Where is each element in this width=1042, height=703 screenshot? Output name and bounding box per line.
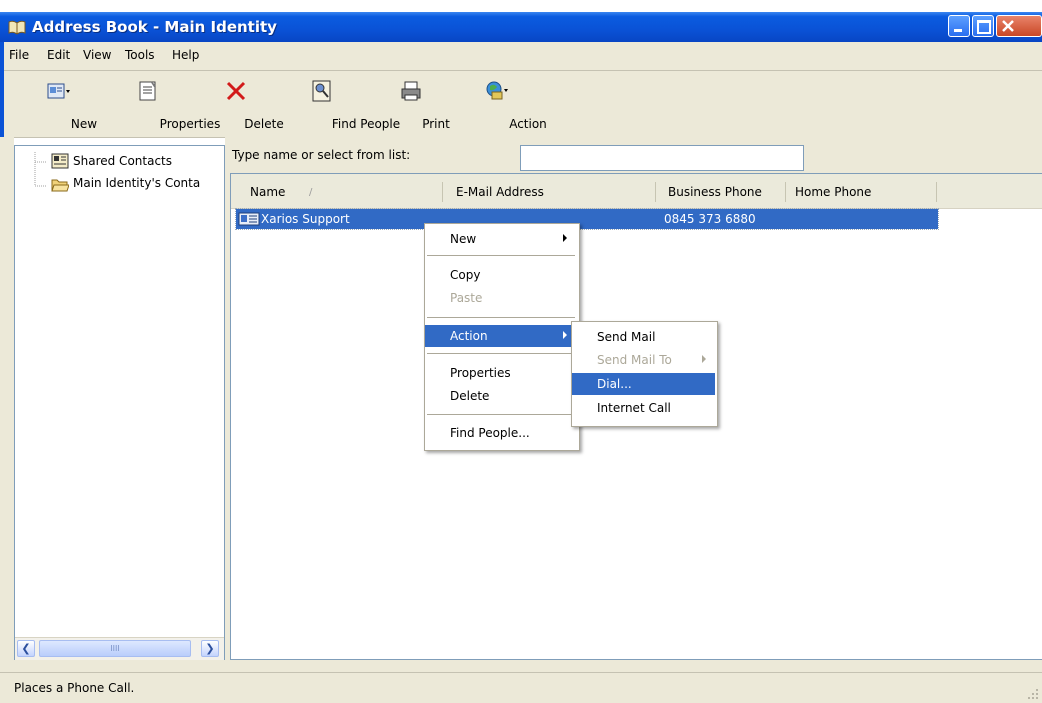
context-item-properties[interactable]: Properties <box>425 362 577 384</box>
menu-separator <box>427 317 575 318</box>
action-button[interactable]: Action <box>468 77 547 133</box>
context-item-label: Find People... <box>450 426 530 440</box>
tree-item-label: Main Identity's Conta <box>73 176 201 190</box>
minimize-button[interactable] <box>948 15 970 37</box>
context-item-label: New <box>450 232 477 246</box>
find-people-button[interactable]: Find People <box>280 77 400 133</box>
contact-name: Xarios Support <box>261 212 350 226</box>
context-item-paste[interactable]: Paste <box>425 287 577 309</box>
horizontal-scrollbar[interactable]: ❮ IIII ❯ <box>15 637 224 660</box>
context-item-find-people[interactable]: Find People... <box>425 422 577 444</box>
find-people-icon <box>312 80 331 102</box>
context-item-action[interactable]: Action <box>425 325 577 347</box>
action-submenu: Send Mail Send Mail To Dial... Internet … <box>571 321 718 427</box>
frame-left <box>0 137 14 660</box>
address-book-icon <box>8 20 26 35</box>
context-item-label: Paste <box>450 291 483 305</box>
submenu-item-label: Dial... <box>597 377 632 391</box>
tree-item-label: Shared Contacts <box>73 154 172 168</box>
search-input[interactable] <box>520 145 804 171</box>
context-menu: New Copy Paste Action Properties Delete … <box>424 223 580 451</box>
submenu-item-internet-call[interactable]: Internet Call <box>572 397 715 419</box>
submenu-item-label: Send Mail To <box>597 353 672 367</box>
submenu-item-send-mail[interactable]: Send Mail <box>572 326 715 348</box>
properties-icon <box>139 81 156 101</box>
tree-item-shared-contacts[interactable]: Shared Contacts <box>51 152 221 172</box>
context-item-label: Properties <box>450 366 511 380</box>
new-button[interactable]: New <box>36 77 97 133</box>
scroll-right-button[interactable]: ❯ <box>201 640 219 657</box>
menu-edit[interactable]: Edit <box>47 48 70 62</box>
print-icon <box>401 81 421 101</box>
context-item-label: Copy <box>450 268 481 282</box>
shared-contacts-icon <box>51 153 69 169</box>
submenu-item-dial[interactable]: Dial... <box>572 373 715 395</box>
menu-help[interactable]: Help <box>172 48 199 62</box>
scrollbar-thumb[interactable]: IIII <box>39 640 191 657</box>
column-divider[interactable] <box>442 182 443 202</box>
contact-business-phone: 0845 373 6880 <box>664 212 756 226</box>
menu-file[interactable]: File <box>9 48 29 62</box>
print-button[interactable]: Print <box>386 77 450 133</box>
menu-view[interactable]: View <box>83 48 111 62</box>
column-name[interactable]: Name <box>250 185 285 199</box>
table-row[interactable]: Xarios Support 0845 373 6880 <box>235 208 939 230</box>
action-label: Action <box>509 117 547 131</box>
search-label: Type name or select from list: <box>232 148 411 162</box>
frame-bottom <box>0 660 1042 672</box>
contact-card-icon <box>238 212 260 226</box>
column-home-phone[interactable]: Home Phone <box>795 185 871 199</box>
submenu-arrow-icon <box>563 331 567 339</box>
context-item-delete[interactable]: Delete <box>425 385 577 407</box>
scrollbar-grip: IIII <box>110 644 120 653</box>
status-bar: Places a Phone Call. <box>0 672 1042 703</box>
context-item-new[interactable]: New <box>425 228 577 250</box>
context-item-copy[interactable]: Copy <box>425 264 577 286</box>
close-button[interactable] <box>996 15 1042 37</box>
action-icon <box>486 81 508 100</box>
column-divider[interactable] <box>785 182 786 202</box>
folder-tree: Shared Contacts Main Identity's Conta <box>14 145 225 660</box>
tree-item-main-identity-contacts[interactable]: Main Identity's Conta <box>51 175 225 195</box>
list-header: Name / E-Mail Address Business Phone Hom… <box>231 174 1042 209</box>
delete-icon <box>226 81 246 101</box>
new-contact-icon <box>47 83 70 99</box>
sort-ascending-icon: / <box>309 187 313 198</box>
submenu-arrow-icon <box>702 355 706 363</box>
menu-bar: File Edit View Tools Help <box>0 42 1042 71</box>
new-label: New <box>70 117 98 131</box>
print-label: Print <box>422 117 450 131</box>
submenu-item-send-mail-to[interactable]: Send Mail To <box>572 349 715 371</box>
folder-open-icon <box>51 179 69 192</box>
context-item-label: Action <box>450 329 488 343</box>
column-email[interactable]: E-Mail Address <box>456 185 544 199</box>
column-divider[interactable] <box>655 182 656 202</box>
submenu-item-label: Send Mail <box>597 330 656 344</box>
delete-button[interactable]: Delete <box>208 77 284 133</box>
menu-separator <box>427 353 575 354</box>
resize-grip-icon[interactable] <box>1026 687 1040 701</box>
tree-lines <box>34 152 47 187</box>
menu-tools[interactable]: Tools <box>125 48 155 62</box>
maximize-button[interactable] <box>972 15 994 37</box>
toolbar: New Properties Delete Find People Print … <box>0 71 1042 138</box>
submenu-arrow-icon <box>563 234 567 242</box>
submenu-item-label: Internet Call <box>597 401 671 415</box>
title-bar[interactable]: Address Book - Main Identity <box>0 12 1042 42</box>
window-title: Address Book - Main Identity <box>32 18 277 36</box>
close-icon <box>1002 20 1014 32</box>
properties-button[interactable]: Properties <box>106 77 220 133</box>
menu-separator <box>427 414 575 415</box>
scroll-left-button[interactable]: ❮ <box>17 640 35 657</box>
context-item-label: Delete <box>450 389 490 403</box>
column-business-phone[interactable]: Business Phone <box>668 185 762 199</box>
column-divider[interactable] <box>936 182 937 202</box>
menu-separator <box>427 255 575 256</box>
status-text: Places a Phone Call. <box>14 681 135 695</box>
